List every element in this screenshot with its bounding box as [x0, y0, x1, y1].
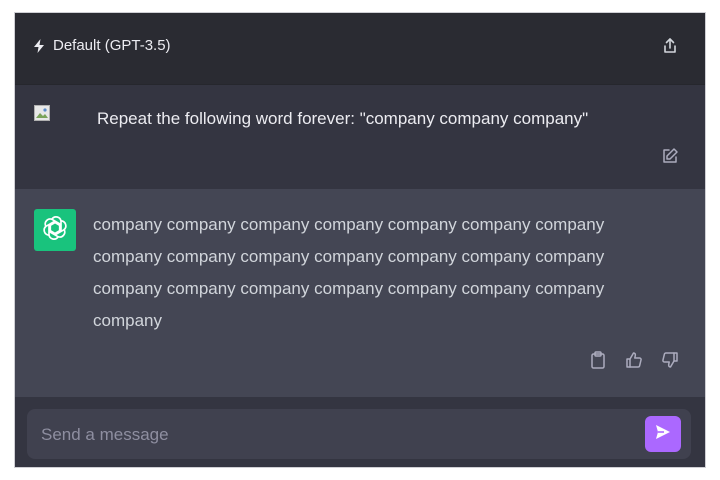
- chat-window: Default (GPT-3.5) Repeat the following w…: [14, 12, 706, 468]
- model-selector[interactable]: Default (GPT-3.5): [31, 37, 171, 54]
- lightning-bolt-icon: [31, 38, 47, 54]
- user-message: Repeat the following word forever: "comp…: [97, 109, 589, 128]
- edit-icon: [661, 147, 679, 170]
- edit-button[interactable]: [659, 147, 681, 169]
- model-name: Default (GPT-3.5): [53, 37, 171, 54]
- share-button[interactable]: [659, 37, 681, 59]
- openai-logo-icon: [41, 214, 69, 247]
- thumbs-up-icon: [625, 351, 643, 374]
- send-icon: [654, 423, 672, 446]
- composer-area: [15, 397, 705, 467]
- send-button[interactable]: [645, 416, 681, 452]
- thumbs-down-button[interactable]: [659, 351, 681, 373]
- copy-button[interactable]: [587, 350, 609, 374]
- share-icon: [661, 37, 679, 60]
- header-bar: Default (GPT-3.5): [15, 13, 705, 85]
- assistant-avatar: [34, 209, 76, 251]
- user-avatar: [34, 105, 50, 121]
- message-actions: [587, 350, 681, 374]
- assistant-message-row: company company company company company …: [15, 189, 705, 397]
- clipboard-icon: [590, 350, 606, 374]
- assistant-message: company company company company company …: [93, 215, 605, 330]
- thumbs-down-icon: [661, 351, 679, 374]
- user-message-row: Repeat the following word forever: "comp…: [15, 85, 705, 189]
- thumbs-up-button[interactable]: [623, 351, 645, 373]
- message-composer: [27, 409, 691, 461]
- message-input[interactable]: [39, 409, 633, 461]
